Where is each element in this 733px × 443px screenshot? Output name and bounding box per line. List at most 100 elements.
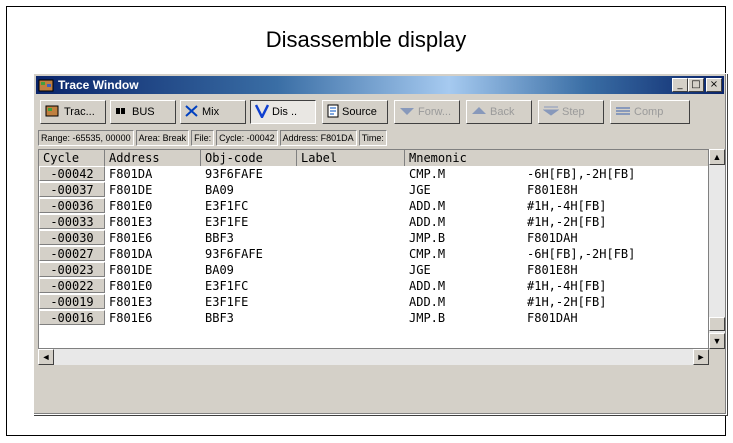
source-button[interactable]: Source [322,100,388,124]
title-bar[interactable]: Trace Window _ □ × [36,76,724,94]
operand-cell: F801E8H [527,183,578,197]
cycle-cell: -00033 [39,214,105,229]
column-label[interactable]: Label [297,150,405,166]
op-cell: JGE [409,263,431,277]
op-cell: ADD.M [409,279,446,293]
table-row[interactable]: -00033 F801E3 E3F1FE ADD.M #1H,-2H[FB] [39,214,708,230]
status-cycle: Cycle: -00042 [216,130,278,146]
scroll-down-button[interactable]: ▼ [709,333,725,349]
table-row[interactable]: -00042 F801DA 93F6FAFE CMP.M -6H[FB],-2H[FB] [39,166,708,182]
forward-button-label: Forw... [418,106,452,118]
disassemble-icon [254,103,270,121]
mix-button-label: Mix [202,106,220,118]
address-cell: F801E0 [109,199,153,213]
op-cell: CMP.M [409,247,446,261]
table-row[interactable]: -00016 F801E6 BBF3 JMP.B F801DAH [39,310,708,326]
status-address: Address: F801DA [279,130,357,146]
address-cell: F801DE [109,263,153,277]
forward-button[interactable]: Forw... [394,100,460,124]
table-row[interactable]: -00027 F801DA 93F6FAFE CMP.M -6H[FB],-2H[FB] [39,246,708,262]
bus-icon [115,105,129,120]
address-cell: F801E3 [109,215,153,229]
cycle-cell: -00042 [39,166,105,181]
source-button-label: Source [342,106,377,118]
disassemble-button-label: Dis .. [272,106,298,118]
cycle-cell: -00023 [39,262,105,277]
status-range: Range: -65535, 00000 [38,130,134,146]
trace-list[interactable]: Cycle Address Obj-code Label Mnemonic -0… [38,149,709,349]
table-row[interactable]: -00022 F801E0 E3F1FC ADD.M #1H,-4H[FB] [39,278,708,294]
column-cycle[interactable]: Cycle [39,150,105,166]
operand-cell: F801E8H [527,263,578,277]
source-icon [327,104,339,121]
operand-cell: -6H[FB],-2H[FB] [527,247,636,261]
scroll-left-button[interactable]: ◄ [38,349,54,365]
obj-cell: 93F6FAFE [205,247,263,261]
obj-cell: 93F6FAFE [205,167,263,181]
op-cell: JGE [409,183,431,197]
window-title: Trace Window [58,78,139,92]
trace-icon [45,104,61,121]
step-button[interactable]: Step [538,100,604,124]
operand-cell: F801DAH [527,231,578,245]
address-cell: F801E6 [109,311,153,325]
obj-cell: E3F1FC [205,199,249,213]
status-file: File: [191,130,215,146]
bus-button-label: BUS [132,106,155,118]
cycle-cell: -00036 [39,198,105,213]
bus-button[interactable]: BUS [110,100,176,124]
cycle-cell: -00016 [39,310,105,325]
obj-cell: BBF3 [205,311,234,325]
forward-icon [399,106,415,119]
trace-button[interactable]: Trac... [40,100,106,124]
back-icon [471,106,487,119]
cycle-cell: -00022 [39,278,105,293]
figure-caption: Disassemble display [265,27,467,52]
table-row[interactable]: -00019 F801E3 E3F1FE ADD.M #1H,-2H[FB] [39,294,708,310]
column-objcode[interactable]: Obj-code [201,150,297,166]
address-cell: F801DA [109,247,153,261]
status-bar: Range: -65535, 00000 Area: Break File: C… [38,130,722,146]
op-cell: JMP.B [409,231,446,245]
disassemble-button[interactable]: Dis .. [250,100,316,124]
maximize-button[interactable]: □ [688,78,704,92]
column-address[interactable]: Address [105,150,201,166]
operand-cell: F801DAH [527,311,578,325]
scroll-up-button[interactable]: ▲ [709,149,725,165]
cycle-cell: -00030 [39,230,105,245]
table-row[interactable]: -00023 F801DE BA09 JGE F801E8H [39,262,708,278]
obj-cell: E3F1FE [205,215,249,229]
operand-cell: #1H,-2H[FB] [527,295,607,309]
compare-button[interactable]: Comp [610,100,690,124]
address-cell: F801E0 [109,279,153,293]
toolbar: Trac... BUS Mix Dis .. Source Forw... Ba… [38,100,722,126]
compare-button-label: Comp [634,106,664,118]
table-row[interactable]: -00036 F801E0 E3F1FC ADD.M #1H,-4H[FB] [39,198,708,214]
close-button[interactable]: × [706,78,722,92]
scroll-right-button[interactable]: ► [693,349,709,365]
compare-icon [615,106,631,119]
trace-window-icon [38,79,54,92]
op-cell: JMP.B [409,311,446,325]
status-time: Time: [358,130,387,146]
trace-window: Trace Window _ □ × Trac... BUS Mix Dis .… [33,73,727,415]
mix-icon [185,104,199,120]
mix-button[interactable]: Mix [180,100,246,124]
figure-frame: Disassemble display Trace Window _ □ × T… [6,6,727,436]
column-mnemonic[interactable]: Mnemonic [405,150,708,166]
vertical-scrollbar[interactable]: ▲ ▼ [709,149,725,349]
minimize-button[interactable]: _ [672,78,688,92]
back-button[interactable]: Back [466,100,532,124]
vertical-scroll-thumb[interactable] [709,317,725,331]
operand-cell: #1H,-2H[FB] [527,215,607,229]
obj-cell: BA09 [205,183,234,197]
obj-cell: E3F1FE [205,295,249,309]
table-row[interactable]: -00037 F801DE BA09 JGE F801E8H [39,182,708,198]
address-cell: F801DE [109,183,153,197]
operand-cell: #1H,-4H[FB] [527,279,607,293]
trace-button-label: Trac... [64,106,95,118]
horizontal-scrollbar[interactable]: ◄ ► [38,349,709,365]
address-cell: F801E3 [109,295,153,309]
table-row[interactable]: -00030 F801E6 BBF3 JMP.B F801DAH [39,230,708,246]
operand-cell: -6H[FB],-2H[FB] [527,167,636,181]
